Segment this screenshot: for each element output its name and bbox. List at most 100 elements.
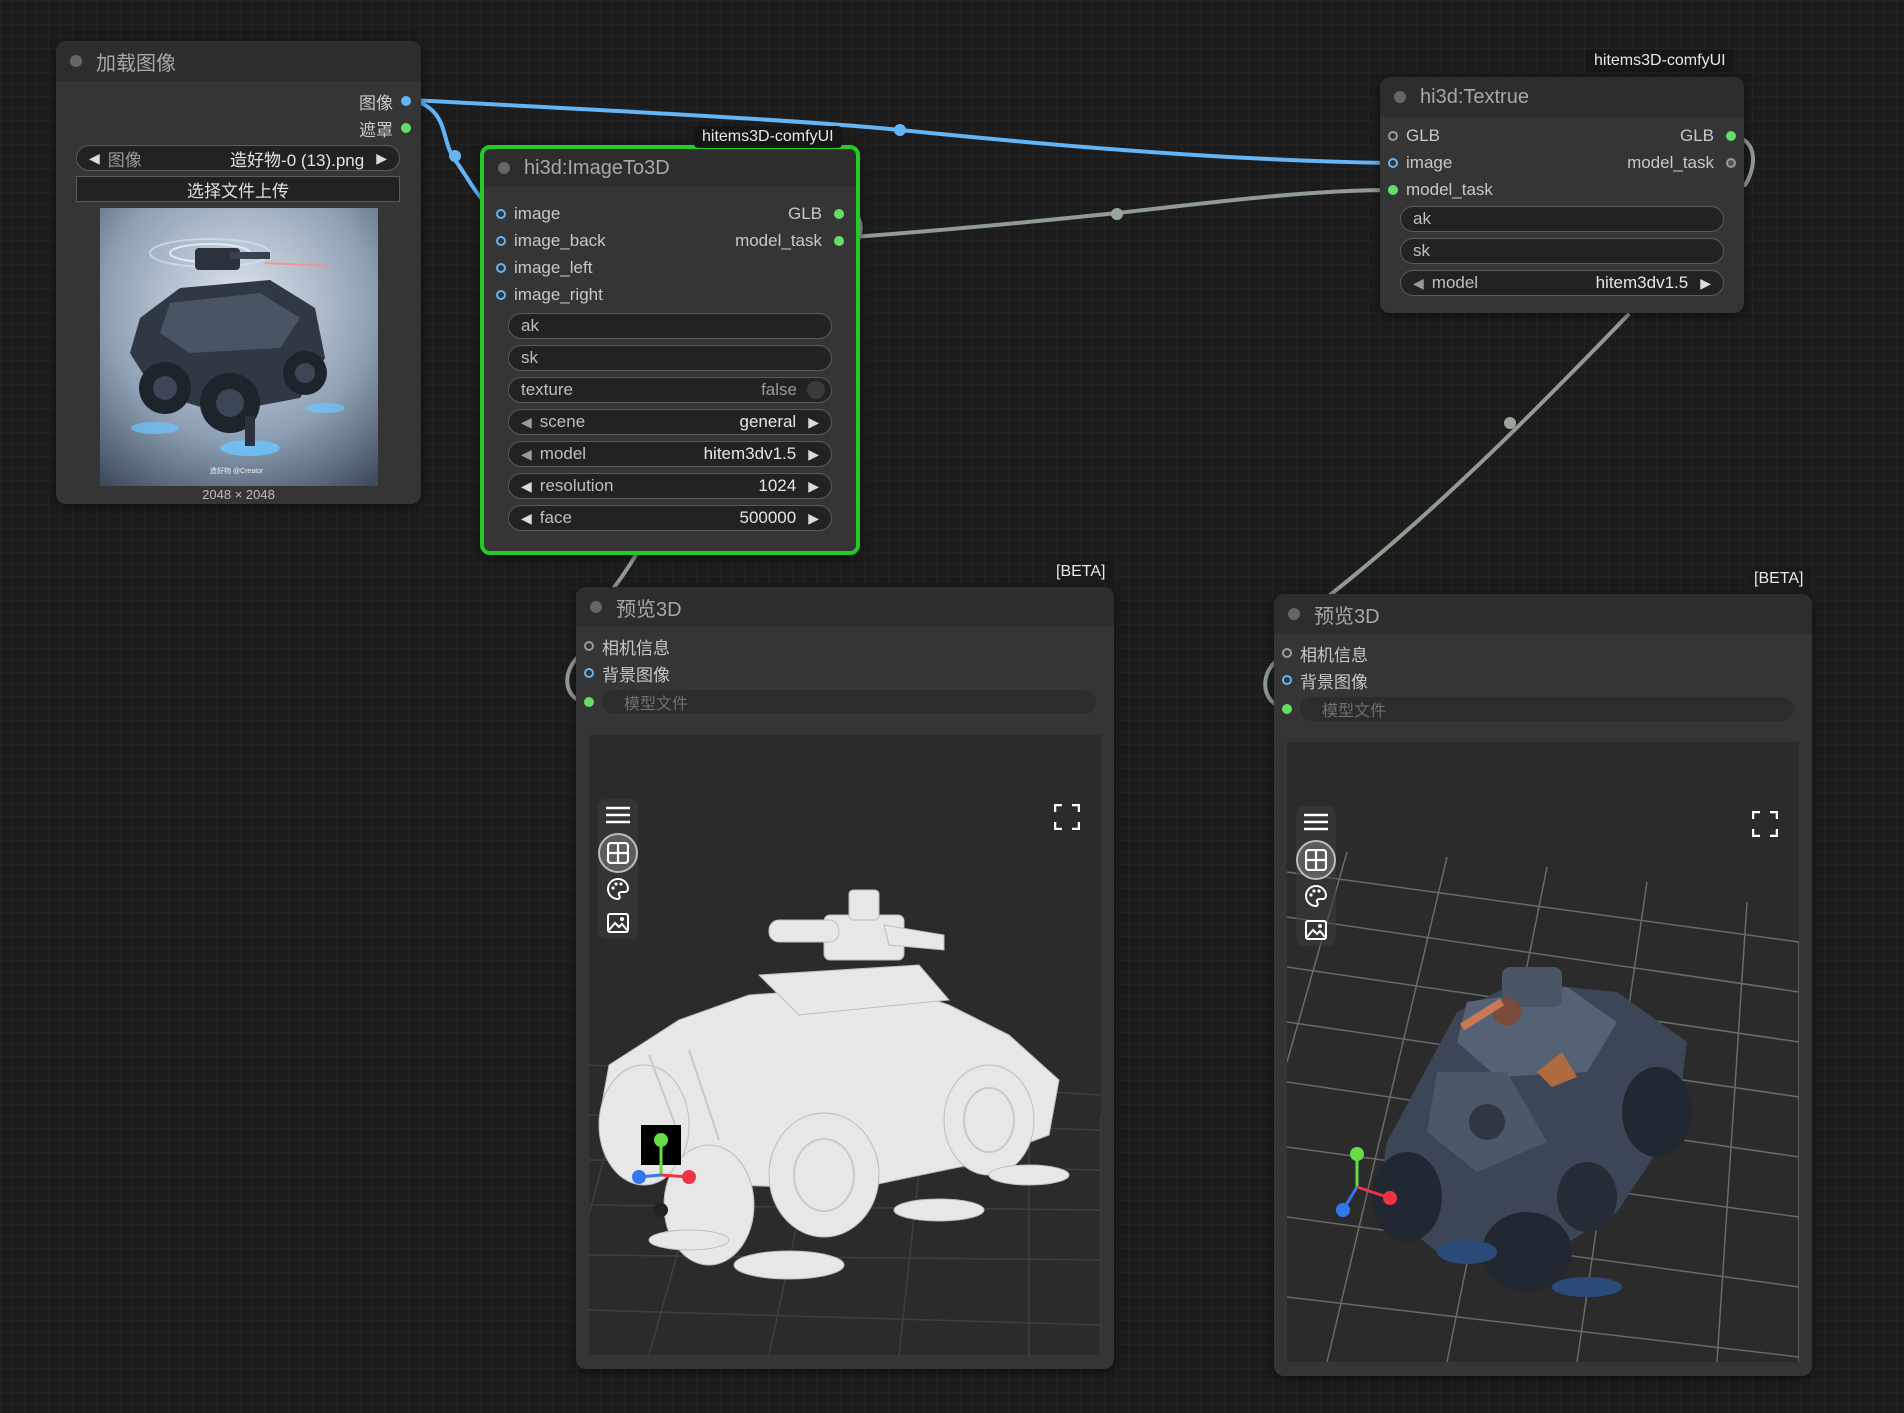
input-dot-icon[interactable] — [1388, 185, 1398, 195]
arrow-right-icon[interactable]: ▶ — [808, 478, 819, 495]
input-image-left[interactable]: image_left — [496, 257, 592, 279]
imageto3d-node[interactable]: hi3d:ImageTo3D image image_back image_le… — [480, 145, 860, 555]
model-combo[interactable]: ◀ model hitem3dv1.5 ▶ — [1400, 270, 1724, 296]
collapse-dot-icon[interactable] — [1394, 91, 1406, 103]
input-glb[interactable]: GLB — [1388, 125, 1440, 147]
preview3d-node-right[interactable]: 预览3D 相机信息 背景图像 模型文件 — [1274, 594, 1812, 1376]
face-number[interactable]: ◀ face 500000 ▶ — [508, 505, 832, 531]
menu-icon[interactable] — [602, 799, 634, 831]
input-model-task[interactable]: model_task — [1388, 179, 1493, 201]
widget-label: texture — [521, 380, 573, 399]
arrow-right-icon[interactable]: ▶ — [808, 446, 819, 463]
node-header[interactable]: 加载图像 — [56, 41, 421, 81]
fullscreen-icon[interactable] — [1053, 803, 1084, 834]
sk-input[interactable]: sk — [1400, 238, 1724, 264]
widget-value: general — [739, 412, 797, 431]
output-glb[interactable]: GLB — [788, 203, 844, 225]
node-header[interactable]: 预览3D — [1274, 594, 1812, 634]
input-camera-info[interactable]: 相机信息 — [1282, 642, 1368, 665]
node-header[interactable]: 预览3D — [576, 587, 1114, 627]
model-file-input[interactable]: 模型文件 — [602, 690, 1096, 714]
3d-viewport[interactable] — [589, 735, 1101, 1355]
textrue-node[interactable]: hi3d:Textrue GLB image model_task GLB mo… — [1380, 77, 1744, 313]
arrow-right-icon[interactable]: ▶ — [808, 510, 819, 527]
input-dot-icon[interactable] — [496, 263, 506, 273]
input-dot-icon[interactable] — [584, 641, 594, 651]
ak-input[interactable]: ak — [508, 313, 832, 339]
input-image[interactable]: image — [496, 203, 560, 225]
model-combo[interactable]: ◀ model hitem3dv1.5 ▶ — [508, 441, 832, 467]
input-dot-icon[interactable] — [584, 668, 594, 678]
preview3d-node-left[interactable]: 预览3D 相机信息 背景图像 模型文件 — [576, 587, 1114, 1369]
output-dot-icon[interactable] — [1726, 158, 1736, 168]
toggle-knob-icon[interactable] — [807, 381, 825, 399]
input-label: 背景图像 — [1300, 672, 1368, 692]
load-image-node[interactable]: 加载图像 图像 遮罩 ◀ 图像 造好物-0 (13).png ▶ 选择文件上传 — [56, 41, 421, 504]
fullscreen-icon[interactable] — [1751, 810, 1782, 841]
arrow-left-icon[interactable]: ◀ — [521, 478, 532, 495]
arrow-left-icon[interactable]: ◀ — [89, 150, 100, 167]
output-mask[interactable]: 遮罩 — [359, 117, 411, 140]
upload-button[interactable]: 选择文件上传 — [76, 176, 400, 202]
widget-value: 造好物-0 (13).png — [230, 150, 365, 170]
model-file-input[interactable]: 模型文件 — [1300, 697, 1794, 721]
output-dot-icon[interactable] — [401, 96, 411, 106]
input-dot-icon[interactable] — [496, 236, 506, 246]
input-image[interactable]: image — [1388, 152, 1452, 174]
output-dot-icon[interactable] — [1726, 131, 1736, 141]
input-dot-icon[interactable] — [1282, 648, 1292, 658]
input-dot-icon[interactable] — [496, 209, 506, 219]
resolution-combo[interactable]: ◀ resolution 1024 ▶ — [508, 473, 832, 499]
grid-icon[interactable] — [1296, 840, 1336, 880]
widget-label: model — [539, 444, 587, 463]
scene-combo[interactable]: ◀ scene general ▶ — [508, 409, 832, 435]
collapse-dot-icon[interactable] — [1288, 608, 1300, 620]
image-combo-widget[interactable]: ◀ 图像 造好物-0 (13).png ▶ — [76, 145, 400, 171]
node-header[interactable]: hi3d:Textrue — [1380, 77, 1744, 117]
collapse-dot-icon[interactable] — [70, 55, 82, 67]
collapse-dot-icon[interactable] — [498, 162, 510, 174]
arrow-right-icon[interactable]: ▶ — [376, 150, 387, 167]
arrow-left-icon[interactable]: ◀ — [521, 414, 532, 431]
output-image[interactable]: 图像 — [359, 90, 411, 113]
output-model-task[interactable]: model_task — [735, 230, 844, 252]
input-label: image_left — [514, 258, 593, 277]
output-model-task[interactable]: model_task — [1627, 152, 1736, 174]
image-icon[interactable] — [602, 907, 634, 939]
input-camera-info[interactable]: 相机信息 — [584, 635, 670, 658]
input-background-image[interactable]: 背景图像 — [584, 662, 670, 685]
3d-viewport[interactable] — [1287, 742, 1799, 1362]
arrow-right-icon[interactable]: ▶ — [808, 414, 819, 431]
arrow-left-icon[interactable]: ◀ — [521, 446, 532, 463]
collapse-dot-icon[interactable] — [590, 601, 602, 613]
input-label: image — [514, 204, 561, 223]
ak-input[interactable]: ak — [1400, 206, 1724, 232]
input-dot-icon[interactable] — [496, 290, 506, 300]
output-dot-icon[interactable] — [834, 236, 844, 246]
grid-icon[interactable] — [598, 833, 638, 873]
input-image-right[interactable]: image_right — [496, 284, 603, 306]
input-dot-icon[interactable] — [1282, 675, 1292, 685]
input-background-image[interactable]: 背景图像 — [1282, 669, 1368, 692]
output-glb[interactable]: GLB — [1680, 125, 1736, 147]
sk-input[interactable]: sk — [508, 345, 832, 371]
input-dot-icon[interactable] — [584, 697, 594, 707]
input-dot-icon[interactable] — [1388, 131, 1398, 141]
image-icon[interactable] — [1300, 914, 1332, 946]
input-image-back[interactable]: image_back — [496, 230, 606, 252]
input-label: image — [1406, 153, 1453, 172]
menu-icon[interactable] — [1300, 806, 1332, 838]
palette-icon[interactable] — [1300, 880, 1332, 912]
texture-toggle[interactable]: texture false — [508, 377, 832, 403]
node-header[interactable]: hi3d:ImageTo3D — [484, 149, 856, 187]
arrow-right-icon[interactable]: ▶ — [1700, 275, 1711, 292]
input-dot-icon[interactable] — [1282, 704, 1292, 714]
widget-value: 500000 — [739, 508, 797, 527]
widget-value: false — [761, 380, 797, 399]
input-dot-icon[interactable] — [1388, 158, 1398, 168]
output-dot-icon[interactable] — [834, 209, 844, 219]
palette-icon[interactable] — [602, 873, 634, 905]
arrow-left-icon[interactable]: ◀ — [521, 510, 532, 527]
output-dot-icon[interactable] — [401, 123, 411, 133]
arrow-left-icon[interactable]: ◀ — [1413, 275, 1424, 292]
